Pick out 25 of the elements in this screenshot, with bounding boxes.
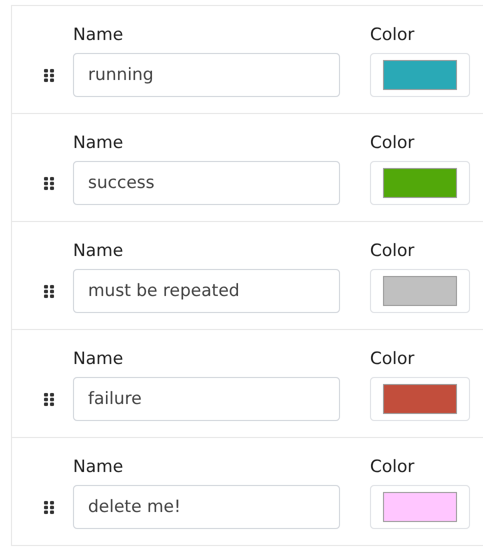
name-field[interactable]: success — [73, 161, 340, 205]
drag-handle-icon[interactable] — [44, 500, 55, 514]
field-label: Color — [370, 457, 416, 477]
drag-handle-icon[interactable] — [44, 176, 55, 190]
color-picker[interactable] — [370, 485, 470, 529]
field-label: Color — [370, 349, 416, 369]
color-picker[interactable] — [370, 269, 470, 313]
color-picker[interactable] — [370, 53, 470, 97]
drag-handle-icon[interactable] — [44, 284, 55, 298]
field-label: Color — [370, 25, 416, 45]
field-label: Name — [73, 349, 124, 369]
field-label: Name — [73, 241, 124, 261]
name-field[interactable]: must be repeated — [73, 269, 340, 313]
color-picker[interactable] — [370, 161, 470, 205]
name-field[interactable]: running — [73, 53, 340, 97]
name-field[interactable]: delete me! — [73, 485, 340, 529]
field-label: Color — [370, 241, 416, 261]
name-field[interactable]: failure — [73, 377, 340, 421]
field-label: Name — [73, 457, 124, 477]
field-label: Name — [73, 133, 124, 153]
drag-handle-icon[interactable] — [44, 68, 55, 82]
drag-handle-icon[interactable] — [44, 392, 55, 406]
color-picker[interactable] — [370, 377, 470, 421]
field-label: Color — [370, 133, 416, 153]
field-label: Name — [73, 25, 124, 45]
